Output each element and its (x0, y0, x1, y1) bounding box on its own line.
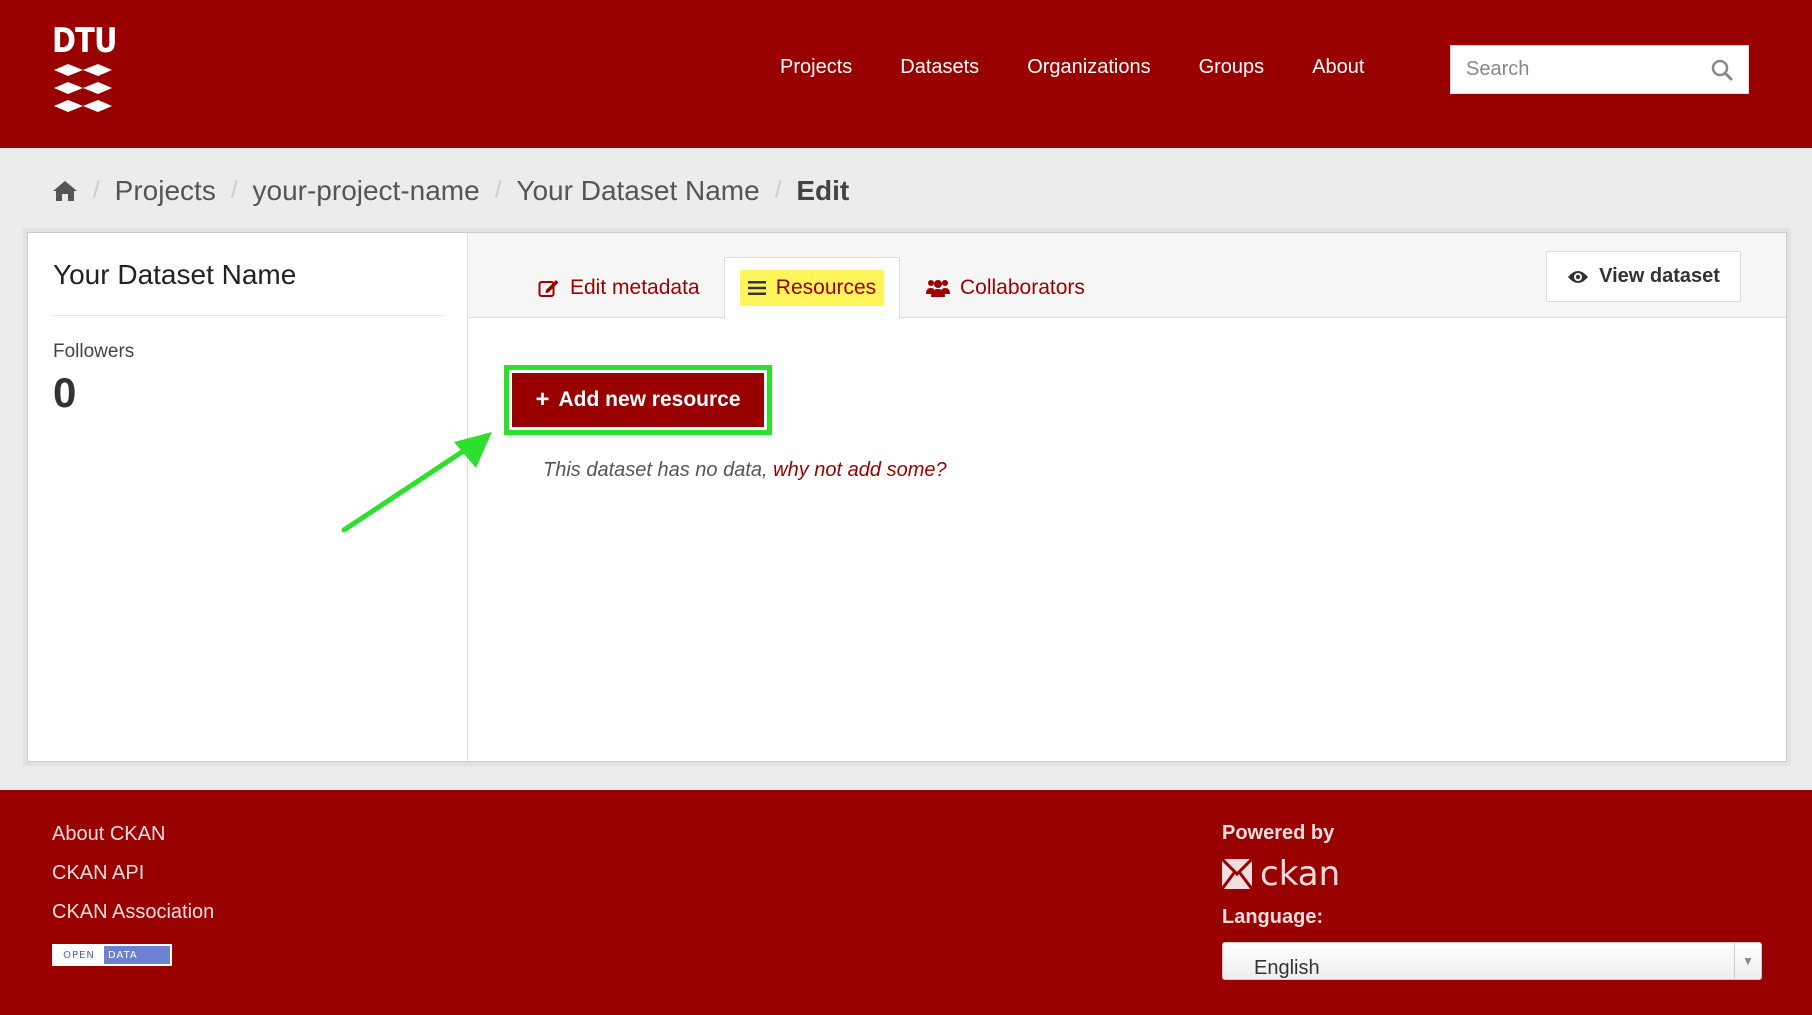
ckan-logo-text: ckan (1260, 854, 1341, 894)
add-resource-highlight-box: + Add new resource (504, 365, 772, 435)
open-data-badge[interactable]: OPEN DATA (52, 944, 172, 966)
breadcrumb-dataset[interactable]: Your Dataset Name (516, 175, 759, 207)
tab-resources-label: Resources (775, 276, 877, 299)
nav-projects[interactable]: Projects (780, 56, 852, 79)
home-icon[interactable] (52, 180, 78, 202)
nav-datasets[interactable]: Datasets (900, 56, 979, 79)
list-icon (747, 280, 766, 296)
waves-icon (54, 64, 112, 112)
breadcrumb-projects[interactable]: Projects (115, 175, 216, 207)
view-dataset-button[interactable]: View dataset (1546, 251, 1741, 302)
open-data-badge-left: OPEN (54, 946, 104, 964)
language-selected-value: English (1254, 957, 1320, 979)
search-box (1450, 45, 1749, 94)
nav-organizations[interactable]: Organizations (1027, 56, 1150, 79)
content-area: Edit metadata Resources Collaborators Vi… (468, 233, 1786, 761)
language-select[interactable]: English ▼ (1222, 942, 1762, 980)
search-icon[interactable] (1710, 58, 1734, 82)
followers-count: 0 (53, 369, 77, 416)
footer-about-ckan[interactable]: About CKAN (52, 822, 214, 847)
add-new-resource-label: Add new resource (558, 388, 741, 411)
masthead: DTU Projects Datasets Organizations Grou… (0, 0, 1812, 148)
sidebar-divider (53, 315, 443, 316)
tab-collaborators[interactable]: Collaborators (926, 257, 1085, 319)
breadcrumb-separator: / (230, 177, 238, 204)
breadcrumb: / Projects / your-project-name / Your Da… (52, 172, 849, 210)
breadcrumb-separator: / (494, 177, 502, 204)
eye-icon (1567, 269, 1589, 285)
empty-dataset-note: This dataset has no data, why not add so… (543, 459, 947, 482)
breadcrumb-current: Edit (796, 175, 850, 206)
open-data-badge-right: DATA (104, 946, 170, 964)
annotation-arrow-icon (341, 432, 492, 533)
chevron-down-icon[interactable]: ▼ (1734, 943, 1761, 979)
nav-groups[interactable]: Groups (1199, 56, 1265, 79)
ckan-logo-icon (1222, 859, 1252, 889)
followers-label: Followers (53, 341, 135, 362)
powered-by-label: Powered by (1222, 822, 1335, 844)
dtu-logo[interactable]: DTU (52, 21, 117, 116)
tab-resources-highlight: Resources (739, 270, 885, 306)
edit-icon (538, 278, 560, 298)
tab-collaborators-label: Collaborators (960, 276, 1085, 299)
tab-edit-metadata[interactable]: Edit metadata (538, 257, 700, 319)
footer-ckan-api[interactable]: CKAN API (52, 861, 214, 886)
nav-about[interactable]: About (1312, 56, 1364, 79)
sidebar-dataset-title: Your Dataset Name (53, 259, 297, 290)
empty-dataset-text: This dataset has no data, (543, 459, 768, 481)
breadcrumb-project[interactable]: your-project-name (253, 175, 480, 207)
tab-bar: Edit metadata Resources Collaborators Vi… (468, 233, 1786, 319)
tab-edit-metadata-label: Edit metadata (570, 276, 700, 299)
users-icon (926, 278, 950, 298)
add-new-resource-button[interactable]: + Add new resource (512, 373, 764, 427)
breadcrumb-separator: / (93, 177, 100, 204)
logo-text: DTU (52, 21, 117, 61)
footer-ckan-association[interactable]: CKAN Association (52, 900, 214, 925)
main-panel: Your Dataset Name Followers 0 Edit metad… (27, 232, 1787, 762)
add-some-link[interactable]: why not add some? (773, 459, 946, 481)
search-input[interactable] (1451, 46, 1691, 93)
breadcrumb-separator: / (774, 177, 782, 204)
plus-icon: + (535, 386, 550, 413)
main-nav: Projects Datasets Organizations Groups A… (780, 56, 1364, 79)
tab-resources[interactable]: Resources (724, 257, 900, 319)
view-dataset-label: View dataset (1599, 265, 1720, 287)
ckan-logo[interactable]: ckan (1222, 854, 1340, 894)
footer-links: About CKAN CKAN API CKAN Association (52, 822, 214, 939)
site-footer: About CKAN CKAN API CKAN Association OPE… (0, 790, 1812, 1015)
language-label: Language: (1222, 906, 1324, 928)
